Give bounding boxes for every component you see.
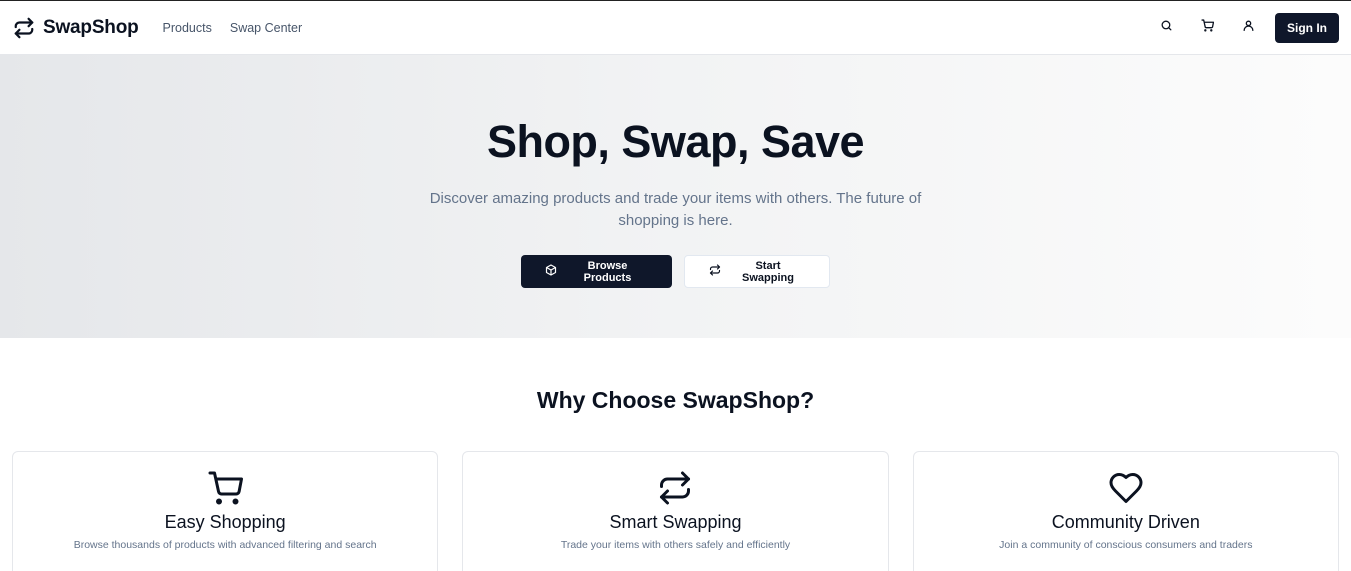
features-heading: Why Choose SwapShop? (536, 387, 815, 413)
brand-name: SwapShop (43, 16, 139, 38)
feature-title: Smart Swapping (609, 512, 742, 532)
package-icon (545, 264, 557, 279)
start-swapping-button[interactable]: Start Swapping (684, 255, 830, 288)
account-button[interactable] (1228, 12, 1269, 44)
hero-title: Shop, Swap, Save (486, 116, 865, 167)
feature-title: Easy Shopping (164, 512, 286, 532)
start-swapping-label: Start Swapping (742, 259, 794, 284)
hero-subtitle: Discover amazing products and trade your… (429, 190, 922, 229)
search-button[interactable] (1146, 12, 1187, 44)
feature-card-easy-shopping: Easy Shopping Browse thousands of produc… (12, 451, 439, 571)
feature-card-smart-swapping: Smart Swapping Trade your items with oth… (462, 451, 889, 571)
hero-section: Shop, Swap, Save Discover amazing produc… (0, 55, 1351, 338)
browse-products-label: Browse Products (583, 259, 632, 284)
search-icon (1160, 19, 1173, 37)
brand-logo[interactable]: SwapShop (13, 17, 139, 39)
feature-title: Community Driven (1051, 512, 1200, 532)
feature-desc: Browse thousands of products with advanc… (73, 539, 377, 551)
cart-button[interactable] (1187, 12, 1228, 44)
swap-icon (709, 264, 721, 279)
sign-in-button[interactable]: Sign In (1275, 12, 1339, 43)
feature-desc: Join a community of conscious consumers … (999, 539, 1253, 551)
feature-desc: Trade your items with others safely and … (560, 539, 791, 551)
feature-cards: Easy Shopping Browse thousands of produc… (0, 451, 1351, 571)
nav-link-swap-center[interactable]: Swap Center (230, 21, 302, 35)
feature-card-community-driven: Community Driven Join a community of con… (912, 451, 1339, 571)
swap-icon (463, 470, 887, 506)
cart-icon (1201, 18, 1215, 37)
hero-actions: Browse Products Start Swapping (0, 255, 1351, 288)
nav-link-products[interactable]: Products (163, 21, 212, 35)
main-nav: Products Swap Center (163, 21, 303, 35)
cart-icon (13, 470, 437, 506)
top-header: SwapShop Products Swap Center Sign In (0, 1, 1351, 55)
heart-icon (914, 470, 1338, 506)
header-actions: Sign In (1146, 12, 1339, 44)
user-icon (1242, 19, 1255, 37)
browse-products-button[interactable]: Browse Products (521, 255, 672, 288)
swap-logo-icon (13, 17, 35, 39)
features-section: Why Choose SwapShop? Easy Shopping Brows… (0, 338, 1351, 571)
